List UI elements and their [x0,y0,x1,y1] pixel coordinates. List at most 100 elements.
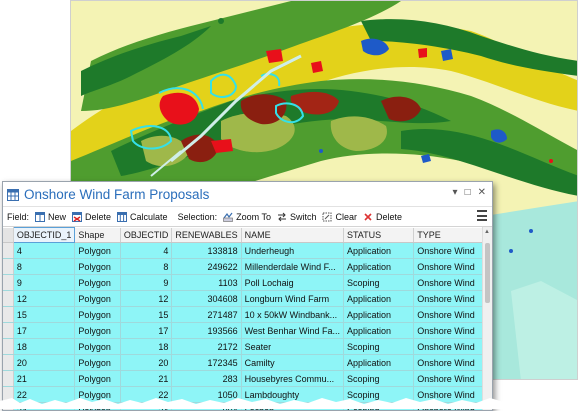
table-cell[interactable]: 4 [120,242,173,259]
table-cell[interactable]: Seater [241,338,344,355]
row-selector[interactable] [3,370,14,387]
table-cell[interactable]: Application [343,354,415,371]
table-cell[interactable]: Onshore Wind [413,258,492,275]
table-cell[interactable]: Onshore Wind [413,338,492,355]
table-cell[interactable]: Polygon [74,370,121,387]
pane-close-icon[interactable]: ✕ [478,187,486,198]
table-cell[interactable]: 20 [120,354,173,371]
table-cell[interactable]: 8 [120,258,173,275]
table-cell[interactable]: Application [343,290,415,307]
table-cell[interactable]: 172345 [171,354,242,371]
table-row[interactable]: 8 Polygon 8 249622 Millenderdale Wind F... Ap… [3,258,492,275]
table-cell[interactable]: Polygon [74,338,121,355]
table-cell[interactable]: West Benhar Wind Fa... [241,322,344,339]
table-cell[interactable]: Onshore Wind [413,306,492,323]
table-cell[interactable]: Housebyres Commu... [241,370,344,387]
table-cell[interactable]: 2172 [171,338,242,355]
scroll-up-icon[interactable]: ▲ [484,229,490,235]
column-header[interactable]: OBJECTID_1 [12,227,76,243]
pane-options-icon[interactable]: ▾ [453,187,458,198]
table-cell[interactable]: 12 [13,290,76,307]
column-header[interactable]: TYPE [413,227,492,243]
new-field-button[interactable]: New [35,211,66,222]
table-cell[interactable]: Application [343,242,415,259]
table-cell[interactable]: 17 [120,322,173,339]
table-cell[interactable]: Polygon [74,322,121,339]
row-selector[interactable] [3,274,14,291]
table-row[interactable]: 4 Polygon 4 133818 Underheugh Application Onsh… [3,242,492,259]
table-cell[interactable]: 8 [13,258,76,275]
delete-field-button[interactable]: Delete [72,211,111,222]
table-cell[interactable]: Application [343,258,415,275]
table-cell[interactable]: Longburn Wind Farm [241,290,344,307]
table-row[interactable]: 9 Polygon 9 1103 Poll Lochaig Scoping Onshore … [3,274,492,291]
row-selector[interactable] [3,354,14,371]
table-cell[interactable]: Polygon [74,354,121,371]
column-header[interactable]: OBJECTID [120,227,173,243]
table-cell[interactable]: Scoping [343,338,415,355]
row-selector-header[interactable] [3,227,14,243]
table-cell[interactable]: Polygon [74,258,121,275]
table-cell[interactable]: 21 [13,370,76,387]
table-cell[interactable]: Polygon [74,290,121,307]
table-cell[interactable]: 133818 [171,242,242,259]
table-cell[interactable]: 4 [13,242,76,259]
table-cell[interactable]: 193566 [171,322,242,339]
table-menu-icon[interactable] [477,210,487,221]
table-cell[interactable]: 18 [120,338,173,355]
table-cell[interactable]: Polygon [74,274,121,291]
table-cell[interactable]: 249622 [171,258,242,275]
table-cell[interactable]: 20 [13,354,76,371]
row-selector[interactable] [3,258,14,275]
row-selector[interactable] [3,242,14,259]
calculate-field-button[interactable]: Calculate [117,211,168,222]
table-cell[interactable]: Camilty [241,354,344,371]
table-row[interactable]: 12 Polygon 12 304608 Longburn Wind Farm Appli… [3,290,492,307]
row-selector[interactable] [3,322,14,339]
table-cell[interactable]: Millenderdale Wind F... [241,258,344,275]
table-row[interactable]: 18 Polygon 18 2172 Seater Scoping Onshore Wind [3,338,492,355]
table-cell[interactable]: 18 [13,338,76,355]
table-cell[interactable]: Underheugh [241,242,344,259]
column-header[interactable]: RENEWABLES [171,227,242,243]
table-cell[interactable]: 17 [13,322,76,339]
table-row[interactable]: 20 Polygon 20 172345 Camilty Application Onsho… [3,354,492,371]
table-cell[interactable]: 10 x 50kW Windbank... [241,306,344,323]
table-cell[interactable]: Scoping [343,370,415,387]
table-cell[interactable]: 9 [120,274,173,291]
pane-titlebar[interactable]: Onshore Wind Farm Proposals ▾ □ ✕ [3,182,492,206]
zoom-to-button[interactable]: Zoom To [223,212,271,222]
table-cell[interactable]: 9 [13,274,76,291]
table-cell[interactable]: Poll Lochaig [241,274,344,291]
row-selector[interactable] [3,306,14,323]
clear-selection-button[interactable]: Clear [322,212,357,222]
table-cell[interactable]: Application [343,306,415,323]
table-cell[interactable]: Onshore Wind [413,242,492,259]
table-cell[interactable]: Application [343,322,415,339]
table-cell[interactable]: Onshore Wind [413,354,492,371]
row-selector[interactable] [3,338,14,355]
table-cell[interactable]: 15 [13,306,76,323]
delete-selected-button[interactable]: Delete [363,212,402,222]
table-cell[interactable]: Onshore Wind [413,290,492,307]
table-cell[interactable]: Onshore Wind [413,274,492,291]
table-cell[interactable]: 15 [120,306,173,323]
table-cell[interactable]: Onshore Wind [413,322,492,339]
switch-selection-button[interactable]: Switch [277,212,316,222]
table-cell[interactable]: Polygon [74,306,121,323]
table-cell[interactable]: 271487 [171,306,242,323]
column-header[interactable]: STATUS [343,227,415,243]
table-cell[interactable]: 304608 [171,290,242,307]
table-cell[interactable]: Polygon [74,242,121,259]
table-cell[interactable]: 21 [120,370,173,387]
column-header[interactable]: NAME [241,227,344,243]
table-cell[interactable]: 12 [120,290,173,307]
table-cell[interactable]: 1103 [171,274,242,291]
row-selector[interactable] [3,290,14,307]
table-cell[interactable]: Onshore Wind [413,370,492,387]
pane-maximize-icon[interactable]: □ [465,187,471,198]
table-row[interactable]: 21 Polygon 21 283 Housebyres Commu... Scoping… [3,370,492,387]
table-row[interactable]: 15 Polygon 15 271487 10 x 50kW Windbank... Ap… [3,306,492,323]
table-row[interactable]: 17 Polygon 17 193566 West Benhar Wind Fa... A… [3,322,492,339]
table-cell[interactable]: 283 [171,370,242,387]
